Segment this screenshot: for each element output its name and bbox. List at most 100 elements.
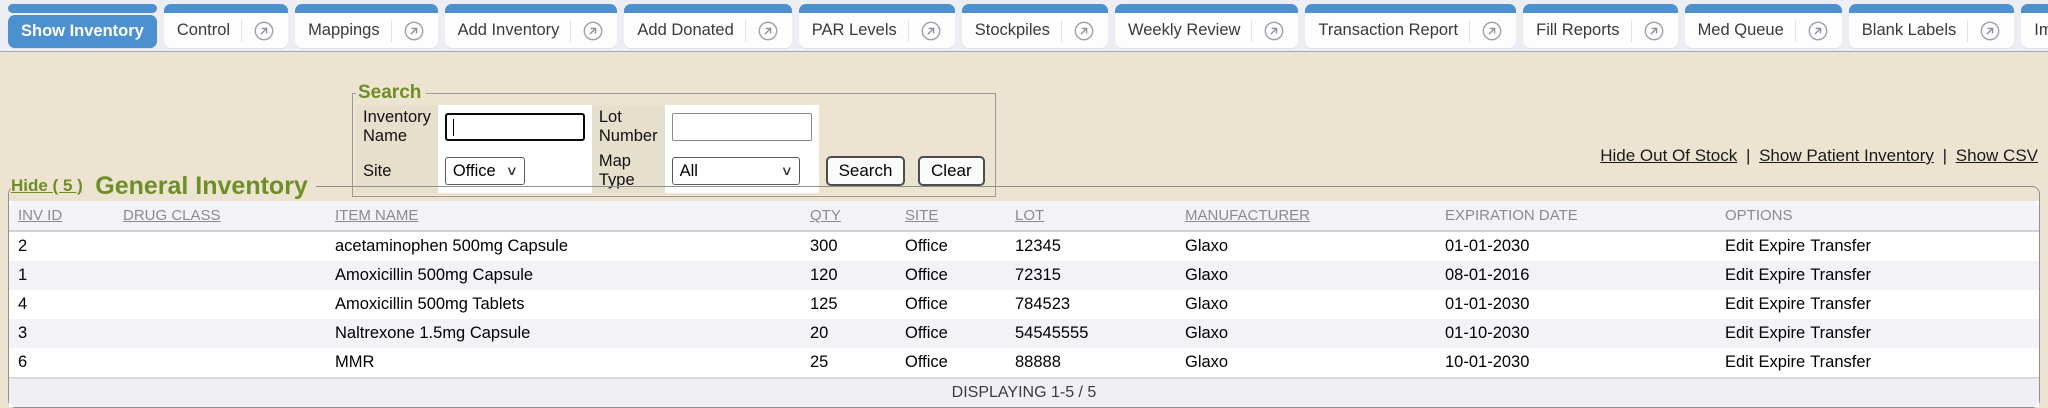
- open-new-window-icon[interactable]: [1979, 20, 2001, 42]
- tab-weekly-review[interactable]: Weekly Review: [1115, 4, 1298, 48]
- tab-body: Blank Labels: [1849, 13, 2014, 48]
- column-header-site[interactable]: SITE: [896, 201, 1006, 231]
- cell-qty: 20: [801, 319, 896, 348]
- cell-expiration_date: 01-01-2030: [1436, 290, 1716, 319]
- column-header-manufacturer[interactable]: MANUFACTURER: [1176, 201, 1436, 231]
- column-header-inv-id[interactable]: INV ID: [9, 201, 114, 231]
- tab-label: Transaction Report: [1318, 21, 1458, 40]
- cell-lot: 12345: [1006, 231, 1176, 261]
- tab-add-inventory[interactable]: Add Inventory: [445, 4, 618, 48]
- tab-import[interactable]: Import: [2021, 4, 2048, 48]
- open-new-window-icon[interactable]: [1481, 20, 1503, 42]
- tab-blank-labels[interactable]: Blank Labels: [1849, 4, 2014, 48]
- tab-divider: [1061, 20, 1062, 42]
- table-row: 4Amoxicillin 500mg Tablets125Office78452…: [9, 290, 2039, 319]
- cell-item_name: Amoxicillin 500mg Tablets: [326, 290, 801, 319]
- transfer-action-link[interactable]: Transfer: [1810, 324, 1871, 342]
- tab-body: Stockpiles: [962, 13, 1108, 48]
- expire-action-link[interactable]: Expire: [1758, 266, 1805, 284]
- cell-manufacturer: Glaxo: [1176, 348, 1436, 378]
- column-header-drug-class[interactable]: DRUG CLASS: [114, 201, 326, 231]
- tab-divider: [570, 20, 571, 42]
- edit-action-link[interactable]: Edit: [1725, 266, 1753, 284]
- cell-lot: 72315: [1006, 261, 1176, 290]
- column-header-item-name[interactable]: ITEM NAME: [326, 201, 801, 231]
- table-row: 2acetaminophen 500mg Capsule300Office123…: [9, 231, 2039, 261]
- open-new-window-icon[interactable]: [582, 20, 604, 42]
- tab-body: Fill Reports: [1523, 13, 1677, 48]
- tab-top-strip: [295, 4, 438, 13]
- transfer-action-link[interactable]: Transfer: [1810, 237, 1871, 255]
- tab-body: Mappings: [295, 13, 438, 48]
- tab-transaction-report[interactable]: Transaction Report: [1305, 4, 1516, 48]
- expire-action-link[interactable]: Expire: [1758, 353, 1805, 371]
- tab-med-queue[interactable]: Med Queue: [1685, 4, 1842, 48]
- inventory-table-body: 2acetaminophen 500mg Capsule300Office123…: [9, 231, 2039, 378]
- cell-options: Edit Expire Transfer: [1716, 231, 2039, 261]
- tab-body: Show Inventory: [8, 15, 157, 48]
- inventory-table: INV IDDRUG CLASSITEM NAMEQTYSITELOTMANUF…: [9, 201, 2039, 407]
- inventory-name-input[interactable]: [445, 113, 585, 141]
- edit-action-link[interactable]: Edit: [1725, 324, 1753, 342]
- edit-action-link[interactable]: Edit: [1725, 353, 1753, 371]
- open-new-window-icon[interactable]: [920, 20, 942, 42]
- expire-action-link[interactable]: Expire: [1758, 295, 1805, 313]
- tab-fill-reports[interactable]: Fill Reports: [1523, 4, 1677, 48]
- edit-action-link[interactable]: Edit: [1725, 237, 1753, 255]
- cell-lot: 54545555: [1006, 319, 1176, 348]
- column-header-expiration-date: EXPIRATION DATE: [1436, 201, 1716, 231]
- open-new-window-icon[interactable]: [253, 20, 275, 42]
- open-new-window-icon[interactable]: [1807, 20, 1829, 42]
- cell-lot: 88888: [1006, 348, 1176, 378]
- expire-action-link[interactable]: Expire: [1758, 324, 1805, 342]
- header-row: INV IDDRUG CLASSITEM NAMEQTYSITELOTMANUF…: [9, 201, 2039, 231]
- open-new-window-icon[interactable]: [757, 20, 779, 42]
- general-inventory-title: General Inventory: [95, 172, 308, 200]
- tab-top-strip: [624, 4, 791, 13]
- tab-divider: [241, 20, 242, 42]
- tab-label: Med Queue: [1698, 21, 1784, 40]
- link-separator: |: [1934, 146, 1956, 165]
- lot-number-input[interactable]: [672, 113, 812, 141]
- transfer-action-link[interactable]: Transfer: [1810, 353, 1871, 371]
- open-new-window-icon[interactable]: [1073, 20, 1095, 42]
- transfer-action-link[interactable]: Transfer: [1810, 295, 1871, 313]
- tab-divider: [1631, 20, 1632, 42]
- column-header-lot[interactable]: LOT: [1006, 201, 1176, 231]
- tab-label: Show Inventory: [21, 22, 144, 41]
- tab-body: Import: [2021, 13, 2048, 48]
- cell-site: Office: [896, 348, 1006, 378]
- open-new-window-icon[interactable]: [1263, 20, 1285, 42]
- hide-inventory-link[interactable]: Hide ( 5 ): [11, 176, 83, 195]
- transfer-action-link[interactable]: Transfer: [1810, 266, 1871, 284]
- link-hide-out-of-stock[interactable]: Hide Out Of Stock: [1600, 146, 1737, 165]
- tab-label: Fill Reports: [1536, 21, 1619, 40]
- tab-label: Add Inventory: [458, 21, 560, 40]
- link-separator: |: [1737, 146, 1759, 165]
- link-show-patient-inventory[interactable]: Show Patient Inventory: [1759, 146, 1934, 165]
- cell-drug_class: [114, 290, 326, 319]
- tab-show-inventory[interactable]: Show Inventory: [8, 4, 157, 48]
- tab-top-strip: [799, 4, 955, 13]
- cell-lot: 784523: [1006, 290, 1176, 319]
- cell-expiration_date: 01-01-2030: [1436, 231, 1716, 261]
- tab-top-strip: [1523, 4, 1677, 13]
- tab-mappings[interactable]: Mappings: [295, 4, 438, 48]
- general-inventory-legend: Hide ( 5 ) General Inventory: [11, 172, 316, 201]
- column-header-qty[interactable]: QTY: [801, 201, 896, 231]
- cell-expiration_date: 01-10-2030: [1436, 319, 1716, 348]
- tab-stockpiles[interactable]: Stockpiles: [962, 4, 1108, 48]
- paging-status: DISPLAYING 1-5 / 5: [9, 378, 2039, 407]
- tab-par-levels[interactable]: PAR Levels: [799, 4, 955, 48]
- open-new-window-icon[interactable]: [1643, 20, 1665, 42]
- tab-add-donated[interactable]: Add Donated: [624, 4, 791, 48]
- tab-control[interactable]: Control: [164, 4, 288, 48]
- tab-label: PAR Levels: [812, 21, 897, 40]
- link-show-csv[interactable]: Show CSV: [1956, 146, 2038, 165]
- expire-action-link[interactable]: Expire: [1758, 237, 1805, 255]
- table-row: 3Naltrexone 1.5mg Capsule20Office5454555…: [9, 319, 2039, 348]
- tab-body: Control: [164, 13, 288, 48]
- edit-action-link[interactable]: Edit: [1725, 295, 1753, 313]
- open-new-window-icon[interactable]: [403, 20, 425, 42]
- cell-drug_class: [114, 319, 326, 348]
